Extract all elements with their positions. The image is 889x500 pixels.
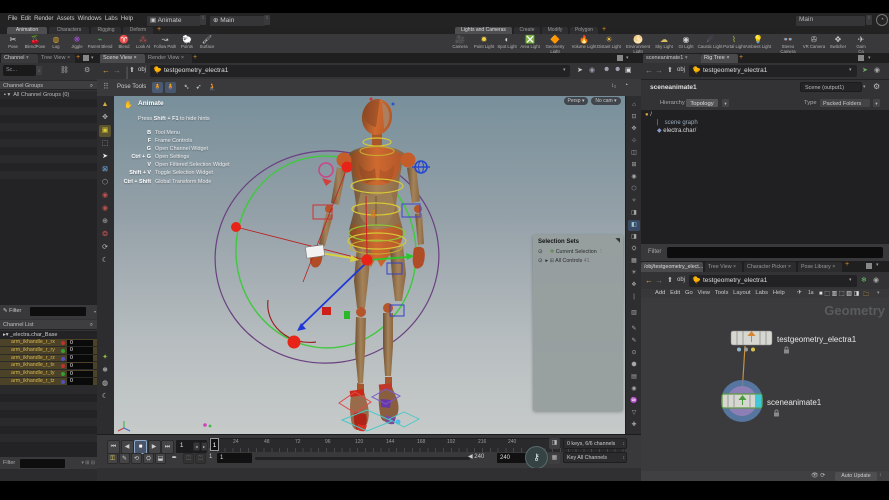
svg-text:sceneanimate1: sceneanimate1 xyxy=(767,398,822,407)
svg-text:testgeometry_electra1: testgeometry_electra1 xyxy=(777,335,857,344)
svg-text:ʓ: ʓ xyxy=(371,207,376,217)
